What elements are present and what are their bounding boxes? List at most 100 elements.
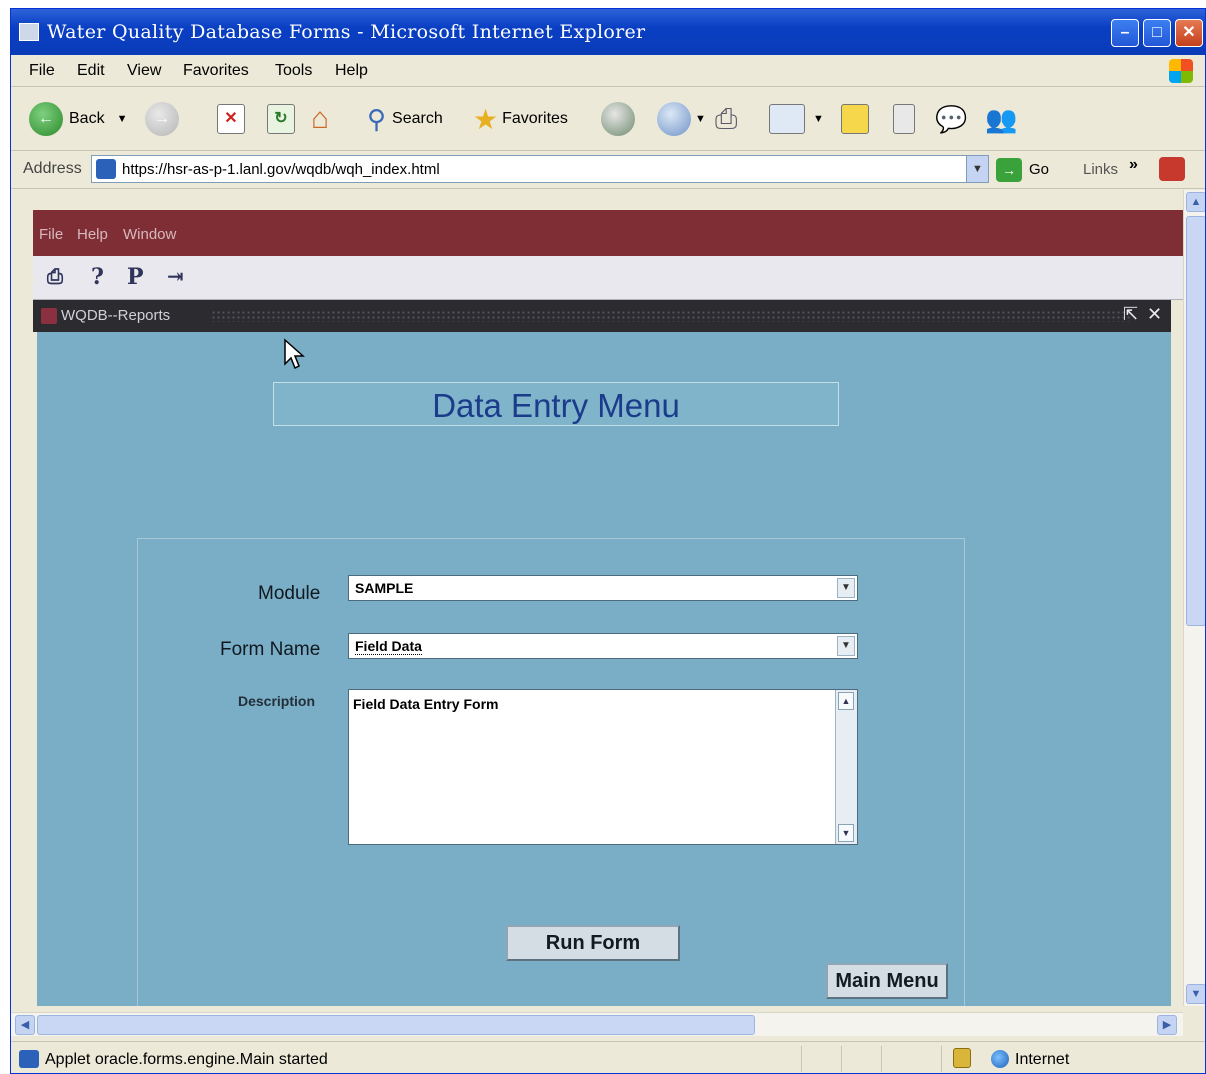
description-value: Field Data Entry Form [353, 696, 499, 712]
scroll-thumb[interactable] [1186, 216, 1205, 626]
edit-button[interactable]: ▼ [769, 101, 824, 137]
status-divider [801, 1046, 802, 1072]
back-arrow-icon: ← [29, 102, 63, 136]
restore-icon[interactable]: ⇱ [1123, 304, 1138, 325]
forward-arrow-icon: → [145, 102, 179, 136]
description-label: Description [238, 693, 316, 709]
applet-menu-window[interactable]: Window [123, 226, 176, 243]
print-icon[interactable]: ⎙ [47, 264, 63, 288]
close-icon[interactable]: ✕ [1147, 304, 1162, 325]
horizontal-scrollbar[interactable]: ◀ ▶ [11, 1012, 1183, 1036]
print-button[interactable]: ⎙ [715, 101, 737, 137]
status-bar: Applet oracle.forms.engine.Main started … [11, 1041, 1205, 1073]
scroll-right-icon[interactable]: ▶ [1157, 1015, 1177, 1035]
address-url: https://hsr-as-p-1.lanl.gov/wqdb/wqh_ind… [122, 161, 440, 178]
page-icon [96, 159, 116, 179]
links-button[interactable]: Links [1083, 161, 1118, 178]
menu-help[interactable]: Help [335, 62, 368, 80]
scroll-left-icon[interactable]: ◀ [15, 1015, 35, 1035]
p-icon[interactable]: P [127, 264, 144, 290]
favorites-button[interactable]: ★ Favorites [473, 101, 568, 137]
form-canvas: Data Entry Menu Module SAMPLE ▼ Form Nam… [37, 332, 1171, 1006]
scroll-up-icon[interactable]: ▲ [838, 692, 854, 710]
browser-window: Water Quality Database Forms - Microsoft… [10, 8, 1206, 1074]
help-icon[interactable]: ? [91, 264, 104, 290]
close-button[interactable]: ✕ [1175, 19, 1203, 47]
menu-file[interactable]: File [29, 62, 55, 80]
menu-tools[interactable]: Tools [275, 62, 312, 80]
menu-favorites[interactable]: Favorites [183, 62, 249, 80]
discuss-button[interactable]: 💬 [935, 101, 967, 137]
page-content: File Help Window ⎙ ? P ⇥ WQDB--Reports ⇱… [11, 190, 1183, 1006]
lock-icon [953, 1048, 971, 1068]
globe-icon [991, 1050, 1009, 1068]
address-label: Address [23, 160, 82, 177]
form-name-label: Form Name [220, 639, 321, 660]
run-form-button[interactable]: Run Form [506, 925, 680, 961]
search-button[interactable]: ⚲ Search [367, 101, 443, 137]
messenger-icon: 👥 [985, 103, 1018, 134]
address-input[interactable]: https://hsr-as-p-1.lanl.gov/wqdb/wqh_ind… [91, 155, 989, 183]
windows-logo-icon [1169, 59, 1193, 83]
note-icon [841, 104, 869, 134]
chevron-down-icon[interactable]: ▼ [837, 636, 855, 656]
chevron-down-icon: ▼ [695, 113, 706, 125]
minimize-button[interactable]: – [1111, 19, 1139, 47]
status-text: Applet oracle.forms.engine.Main started [45, 1051, 328, 1068]
speech-bubble-icon: 💬 [935, 103, 968, 134]
applet-window-title: WQDB--Reports [61, 307, 171, 324]
module-select[interactable]: SAMPLE ▼ [348, 575, 858, 601]
printer-icon: ⎙ [715, 102, 738, 134]
chevron-down-icon[interactable]: ▼ [837, 578, 855, 598]
window-title: Water Quality Database Forms - Microsoft… [47, 21, 646, 43]
history-button[interactable] [601, 101, 635, 137]
form-window-icon [41, 308, 57, 324]
browser-toolbar: ← Back ▼ → ✕ ↻ ⌂ ⚲ Search ★ Favorites ▼ [11, 87, 1205, 151]
scroll-up-icon[interactable]: ▲ [1186, 192, 1205, 212]
form-name-value: Field Data [355, 638, 422, 655]
exit-icon[interactable]: ⇥ [167, 264, 184, 288]
search-icon: ⚲ [367, 103, 387, 134]
device-button[interactable] [893, 101, 915, 137]
mail-icon [657, 102, 691, 136]
toolbar-extension-icon[interactable] [1159, 157, 1185, 181]
description-textarea[interactable]: Field Data Entry Form ▲ ▼ [348, 689, 858, 845]
forward-button[interactable]: → [145, 101, 179, 137]
vertical-scrollbar[interactable]: ▲ ▼ [1183, 190, 1205, 1006]
applet-window-titlebar: WQDB--Reports ⇱ ✕ [33, 300, 1171, 332]
address-dropdown-icon[interactable]: ▼ [966, 156, 988, 182]
applet-menu-help[interactable]: Help [77, 226, 108, 243]
links-chevron-icon[interactable]: » [1129, 156, 1138, 174]
applet-menu-bar: File Help Window [33, 210, 1183, 256]
mail-button[interactable]: ▼ [657, 101, 706, 137]
scroll-down-icon[interactable]: ▼ [1186, 984, 1205, 1004]
maximize-button[interactable]: □ [1143, 19, 1171, 47]
applet-menu-file[interactable]: File [39, 226, 63, 243]
edit-page-icon [769, 104, 805, 134]
stop-icon: ✕ [217, 104, 245, 134]
form-name-select[interactable]: Field Data ▼ [348, 633, 858, 659]
ie-page-icon [19, 23, 39, 41]
main-menu-button[interactable]: Main Menu [826, 963, 948, 999]
refresh-button[interactable]: ↻ [267, 101, 295, 137]
messenger-button[interactable]: 👥 [985, 101, 1017, 137]
status-divider [941, 1046, 942, 1072]
back-button[interactable]: ← Back ▼ [29, 101, 127, 137]
device-icon [893, 104, 915, 134]
browser-menu-bar: File Edit View Favorites Tools Help [11, 55, 1205, 87]
notes-button[interactable] [841, 101, 869, 137]
form-panel: Module SAMPLE ▼ Form Name Field Data ▼ D… [137, 538, 965, 1006]
scroll-thumb[interactable] [37, 1015, 755, 1035]
address-bar: Address https://hsr-as-p-1.lanl.gov/wqdb… [11, 151, 1205, 189]
home-button[interactable]: ⌂ [311, 101, 329, 137]
stop-button[interactable]: ✕ [217, 101, 245, 137]
chevron-down-icon: ▼ [116, 113, 128, 125]
security-zone: Internet [1015, 1051, 1070, 1068]
scroll-down-icon[interactable]: ▼ [838, 824, 854, 842]
title-bar: Water Quality Database Forms - Microsoft… [11, 9, 1205, 55]
description-scrollbar[interactable]: ▲ ▼ [835, 690, 857, 844]
go-button[interactable]: Go [1029, 161, 1049, 178]
go-arrow-icon[interactable]: → [996, 158, 1022, 182]
menu-edit[interactable]: Edit [77, 62, 105, 80]
menu-view[interactable]: View [127, 62, 161, 80]
